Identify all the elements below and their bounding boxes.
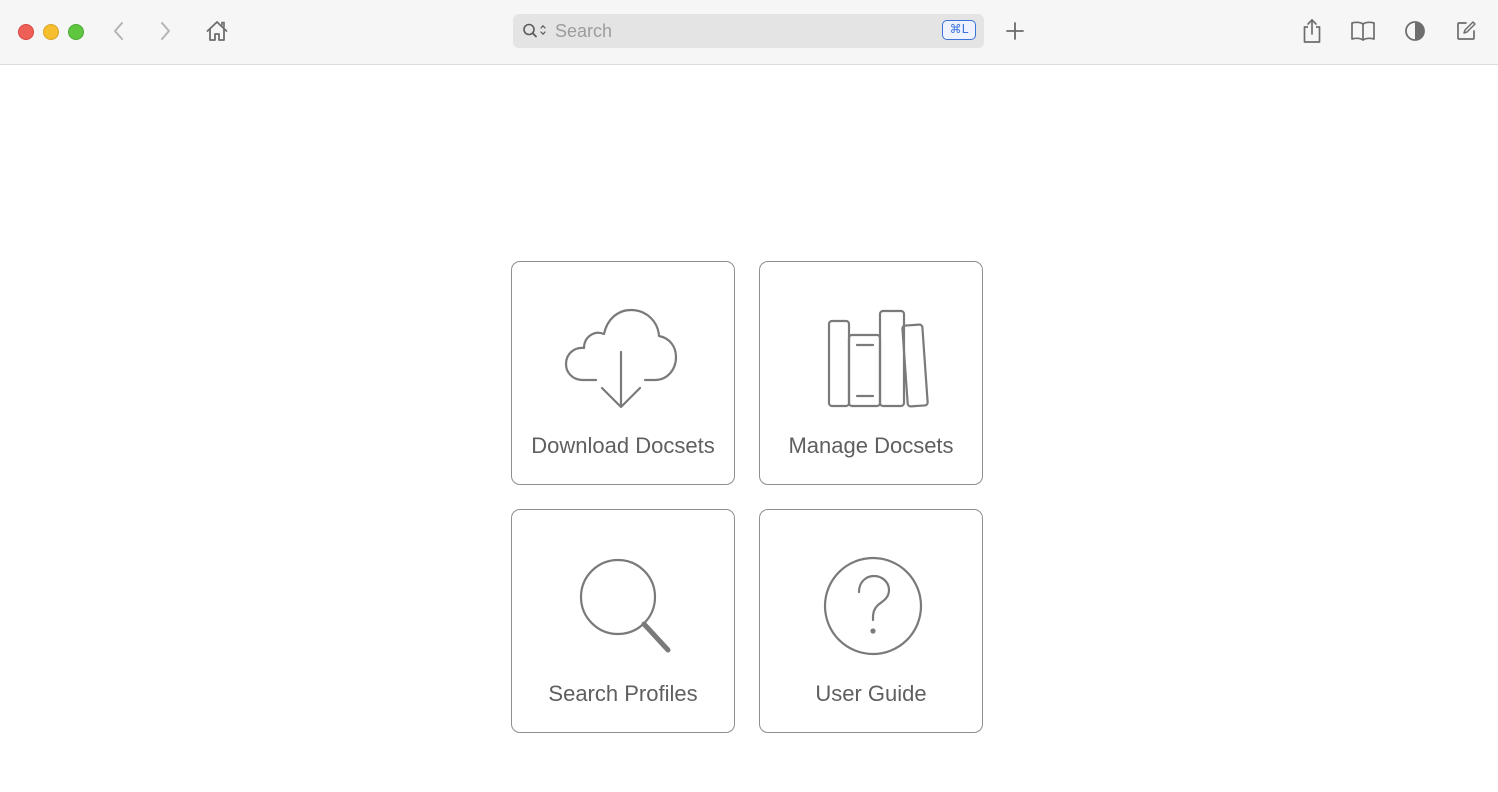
books-icon <box>827 309 929 408</box>
forward-button[interactable] <box>154 19 176 43</box>
search-field[interactable]: ⌘L <box>513 14 984 48</box>
share-button[interactable] <box>1299 17 1325 45</box>
search-input[interactable] <box>555 14 935 48</box>
download-docsets-card[interactable]: Download Docsets <box>511 261 735 485</box>
home-button[interactable] <box>203 17 231 45</box>
close-window-button[interactable] <box>18 24 34 40</box>
chevron-left-icon <box>114 22 123 40</box>
share-icon <box>1303 19 1321 43</box>
toolbar: ⌘L <box>0 0 1498 65</box>
search-scope-icon <box>523 23 546 38</box>
search-profiles-label: Search Profiles <box>548 681 698 706</box>
user-guide-label: User Guide <box>815 681 927 706</box>
contrast-icon <box>1405 21 1425 41</box>
chevron-right-icon <box>161 22 170 40</box>
magnifier-icon <box>579 558 671 653</box>
shortcut-badge: ⌘L <box>942 20 976 40</box>
plus-icon <box>1006 22 1024 40</box>
minimize-window-button[interactable] <box>43 24 59 40</box>
zoom-window-button[interactable] <box>68 24 84 40</box>
bookmarks-button[interactable] <box>1349 18 1377 44</box>
appearance-button[interactable] <box>1402 18 1428 44</box>
question-circle-icon <box>823 556 923 656</box>
compose-icon <box>1457 21 1476 40</box>
back-button[interactable] <box>108 19 130 43</box>
manage-docsets-label: Manage Docsets <box>788 433 954 458</box>
user-guide-card[interactable]: User Guide <box>759 509 983 733</box>
search-profiles-card[interactable]: Search Profiles <box>511 509 735 733</box>
compose-button[interactable] <box>1453 18 1479 44</box>
manage-docsets-card[interactable]: Manage Docsets <box>759 261 983 485</box>
book-icon <box>1351 21 1375 41</box>
download-docsets-label: Download Docsets <box>531 433 715 458</box>
cloud-download-icon <box>564 308 678 409</box>
new-tab-button[interactable] <box>1003 19 1027 43</box>
house-icon <box>206 21 228 41</box>
